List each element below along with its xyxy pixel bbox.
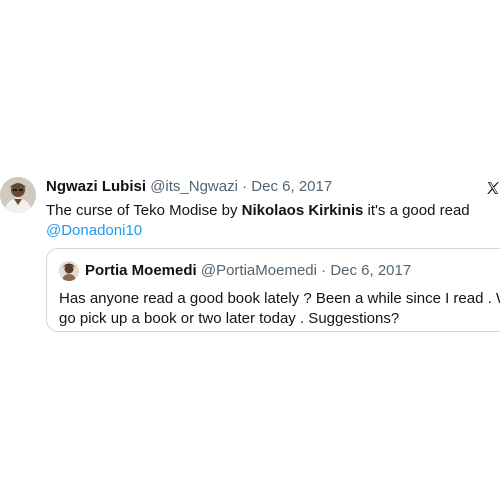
tweet-date[interactable]: Dec 6, 2017 <box>251 178 332 195</box>
tweet-text-prefix: The curse of Teko Modise by <box>46 202 242 219</box>
author-avatar[interactable] <box>0 177 36 213</box>
author-handle[interactable]: @its_Ngwazi <box>150 178 238 195</box>
tweet: Ngwazi Lubisi @its_Ngwazi · Dec 6, 2017 … <box>0 173 500 343</box>
tweet-text-bold: Nikolaos Kirkinis <box>241 202 364 219</box>
header-separator: · <box>242 178 248 195</box>
quoted-tweet-text: Has anyone read a good book lately ? Bee… <box>59 289 500 329</box>
quoted-text-line-1: Has anyone read a good book lately ? Bee… <box>59 290 500 307</box>
tweet-header: Ngwazi Lubisi @its_Ngwazi · Dec 6, 2017 <box>46 177 332 197</box>
quoted-header-separator: · <box>321 262 327 279</box>
quoted-text-line-2: go pick up a book or two later today . S… <box>59 310 400 327</box>
author-name[interactable]: Ngwazi Lubisi <box>46 178 146 195</box>
quoted-tweet-date[interactable]: Dec 6, 2017 <box>330 262 411 279</box>
quoted-author-avatar[interactable] <box>59 261 79 281</box>
x-logo-icon[interactable] <box>486 181 500 195</box>
quoted-author-handle[interactable]: @PortiaMoemedi <box>201 262 317 279</box>
quoted-author-name[interactable]: Portia Moemedi <box>85 262 197 279</box>
tweet-text: The curse of Teko Modise by Nikolaos Kir… <box>46 201 486 241</box>
tweet-screenshot: Ngwazi Lubisi @its_Ngwazi · Dec 6, 2017 … <box>0 0 500 500</box>
mention-link[interactable]: @Donadoni10 <box>46 222 142 239</box>
tweet-text-suffix: it's a good read <box>363 202 470 219</box>
quoted-tweet-header: Portia Moemedi @PortiaMoemedi · Dec 6, 2… <box>85 261 411 281</box>
quoted-tweet[interactable]: Portia Moemedi @PortiaMoemedi · Dec 6, 2… <box>46 248 500 332</box>
